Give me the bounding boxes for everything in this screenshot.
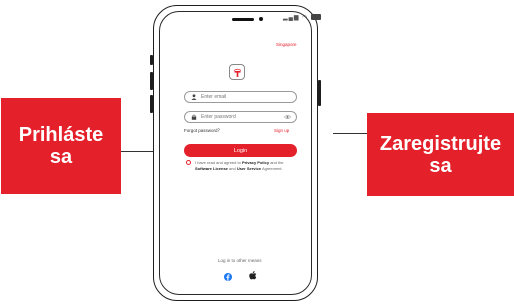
mute-switch <box>150 55 153 65</box>
signal-icon: ▂▄▆ <box>283 15 300 21</box>
lock-icon <box>191 114 197 120</box>
password-field[interactable]: Enter password <box>184 111 297 123</box>
volume-down-button <box>150 95 153 113</box>
agreement-prefix: I have read and agreed to <box>195 160 242 165</box>
agreement-middle: and the <box>269 160 284 165</box>
forgot-password-link[interactable]: Forgot password？ <box>184 128 222 134</box>
login-callout: Prihláste sa <box>1 98 121 194</box>
privacy-policy-link[interactable]: Privacy Policy <box>242 160 269 165</box>
volume-up-button <box>150 72 153 90</box>
phone-notch <box>209 20 262 34</box>
app-logo-icon <box>229 64 245 80</box>
status-bar: ▂▄▆ ◠ <box>283 14 322 21</box>
language-selector[interactable]: Singapore <box>276 42 297 47</box>
agreement-and: and <box>227 165 237 171</box>
agreement-suffix: Agreement. <box>261 165 283 171</box>
other-login-label: Log in to other means <box>218 258 262 263</box>
apple-icon[interactable] <box>249 267 257 285</box>
camera <box>259 17 263 21</box>
power-button <box>318 80 321 106</box>
register-callout-line2: sa <box>429 154 452 177</box>
password-placeholder: Enter password <box>201 114 236 120</box>
agreement-checkbox[interactable] <box>186 160 191 165</box>
login-button[interactable]: Login <box>184 144 297 157</box>
login-callout-line1: Prihláste <box>18 124 104 146</box>
speaker <box>232 18 254 21</box>
agreement-text: I have read and agreed to Privacy Policy… <box>195 160 296 172</box>
login-callout-line2: sa <box>49 146 73 168</box>
email-field[interactable]: Enter email <box>184 91 297 103</box>
agreement-block: I have read and agreed to Privacy Policy… <box>186 160 296 172</box>
sign-up-link[interactable]: Sign up <box>274 128 289 133</box>
wifi-icon: ◠ <box>302 15 309 21</box>
user-icon <box>191 94 197 100</box>
facebook-icon[interactable] <box>224 268 232 286</box>
register-leader-line <box>333 133 367 134</box>
register-callout-line1: Zaregistrujte <box>379 132 502 155</box>
battery-icon <box>311 14 322 21</box>
register-callout: Zaregistrujte sa <box>367 113 514 196</box>
user-service-link[interactable]: User Service <box>237 166 261 171</box>
software-license-link[interactable]: Software License <box>195 166 228 171</box>
email-placeholder: Enter email <box>201 94 227 100</box>
eye-icon[interactable] <box>283 114 292 122</box>
